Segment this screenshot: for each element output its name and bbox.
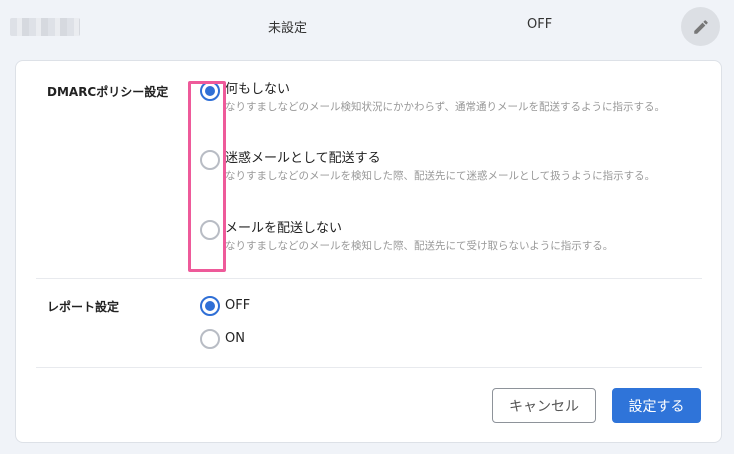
dmarc-policy-label: DMARCポリシー設定 — [47, 85, 169, 99]
option-description: なりすましなどのメール検知状況にかかわらず、通常通りメールを配送するように指示す… — [225, 101, 666, 113]
option-title: メールを配送しない — [225, 221, 343, 236]
section-divider — [36, 278, 702, 279]
settings-card: DMARCポリシー設定 何もしない なりすましなどのメール検知状況にかかわらず、… — [15, 60, 722, 443]
option-title: 何もしない — [225, 82, 291, 97]
cancel-button[interactable]: キャンセル — [492, 388, 596, 423]
settings-summary-row: 未設定 OFF — [0, 0, 734, 52]
radio-dmarc-reject[interactable] — [200, 220, 220, 240]
radio-dmarc-spam[interactable] — [200, 150, 220, 170]
section-divider — [36, 367, 702, 368]
option-title: 迷惑メールとして配送する — [225, 151, 381, 166]
option-description: なりすましなどのメールを検知した際、配送先にて受け取らないように指示する。 — [225, 240, 614, 252]
report-status-text: OFF — [527, 17, 553, 32]
submit-button[interactable]: 設定する — [612, 388, 701, 423]
radio-report-on[interactable] — [200, 329, 220, 349]
report-option-off[interactable]: OFF — [200, 296, 250, 316]
radio-dmarc-none[interactable] — [200, 81, 220, 101]
pencil-icon — [693, 19, 708, 34]
blurred-domain-name — [10, 18, 80, 36]
dmarc-option-reject[interactable]: メールを配送しない なりすましなどのメールを検知した際、配送先にて受け取らないよ… — [200, 220, 690, 255]
dmarc-status-text: 未設定 — [268, 21, 308, 36]
dmarc-option-spam[interactable]: 迷惑メールとして配送する なりすましなどのメールを検知した際、配送先にて迷惑メー… — [200, 150, 690, 185]
radio-report-off[interactable] — [200, 296, 220, 316]
edit-button[interactable] — [681, 7, 720, 46]
report-option-on[interactable]: ON — [200, 329, 245, 349]
option-description: なりすましなどのメールを検知した際、配送先にて迷惑メールとして扱うように指示する… — [225, 170, 656, 182]
report-setting-label: レポート設定 — [47, 300, 120, 314]
dmarc-option-none[interactable]: 何もしない なりすましなどのメール検知状況にかかわらず、通常通りメールを配送する… — [200, 81, 690, 116]
option-title: ON — [225, 331, 245, 346]
option-title: OFF — [225, 298, 251, 313]
